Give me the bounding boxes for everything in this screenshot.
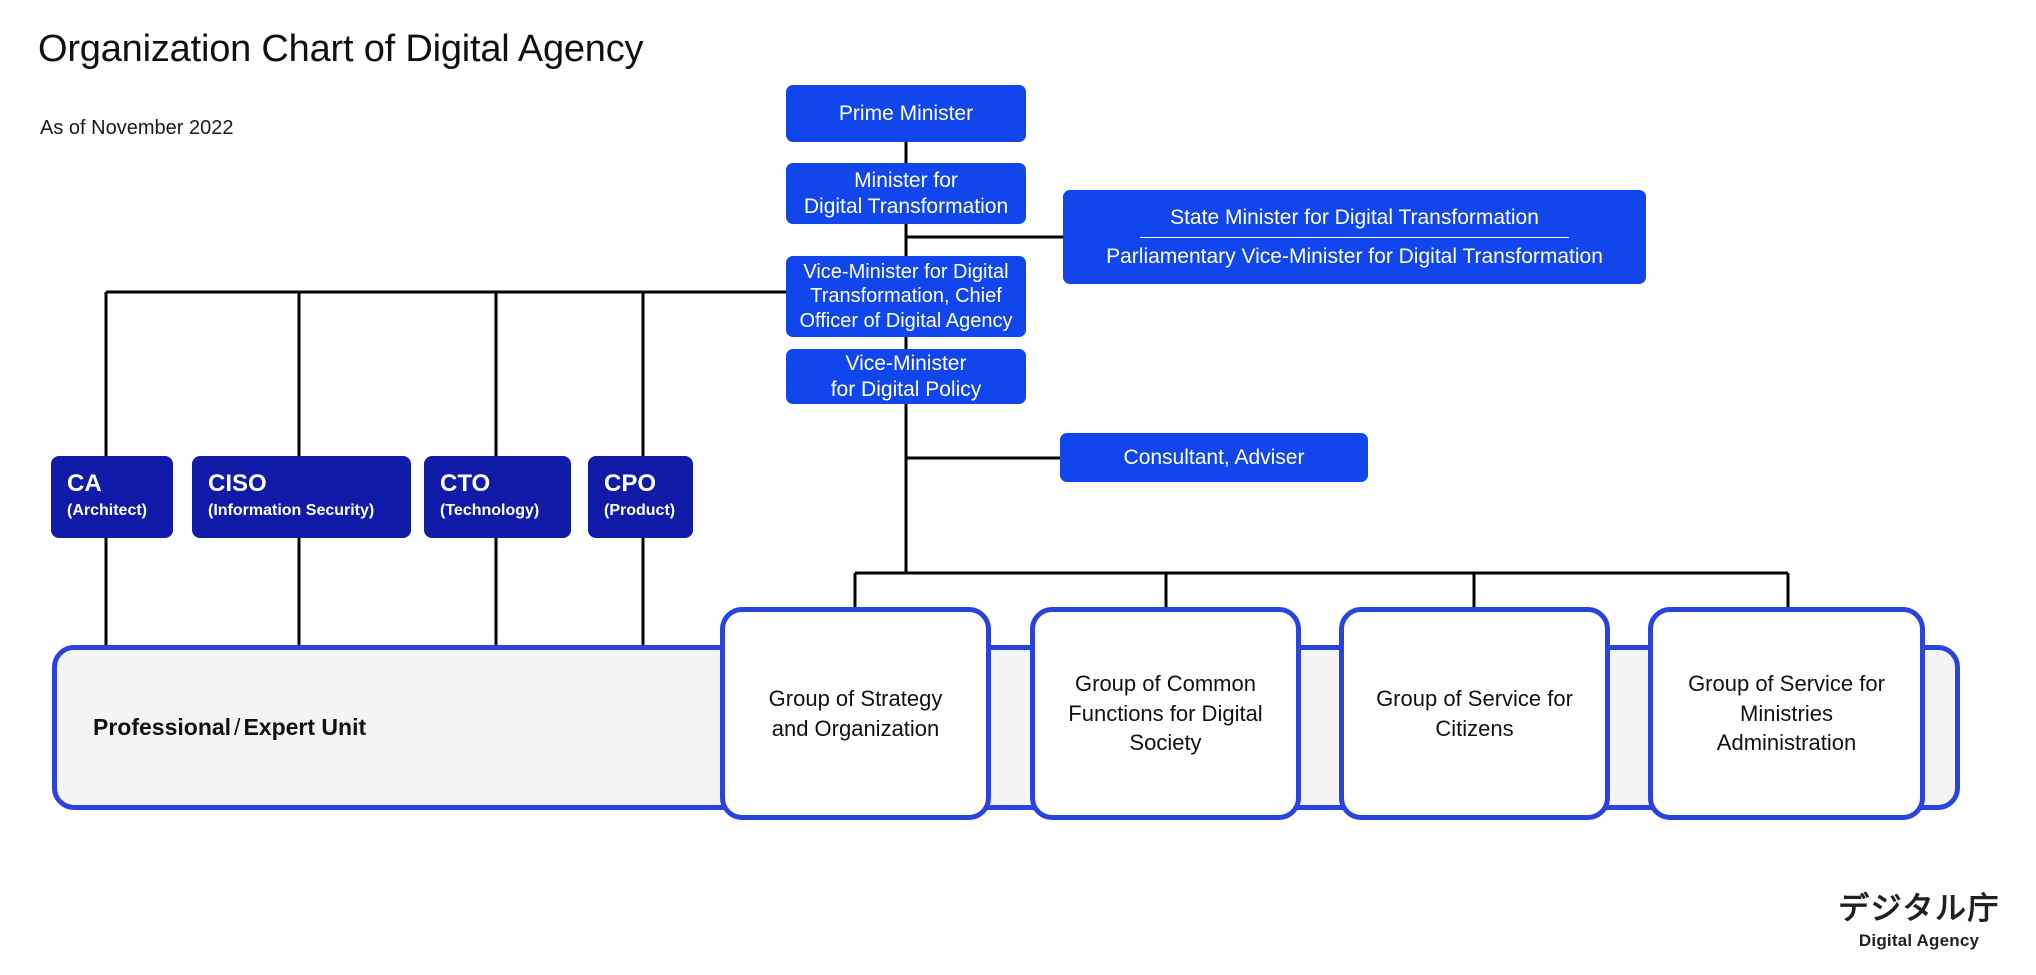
group-1-line3: Society [1129, 730, 1202, 756]
page-title: Organization Chart of Digital Agency [38, 28, 644, 70]
officer-cto-full: (Technology) [440, 502, 540, 520]
node-vm-policy-line2: for Digital Policy [830, 377, 982, 401]
node-vice-minister-digital-policy[interactable]: Vice-Minister for Digital Policy [786, 349, 1026, 404]
digital-agency-logo: デジタル庁 Digital Agency [1838, 893, 2000, 951]
node-group-strategy-and-organization[interactable]: Group of Strategy and Organization [720, 607, 991, 820]
node-state-minister-block[interactable]: State Minister for Digital Transformatio… [1063, 190, 1646, 284]
group-2-line1: Group of Service for [1376, 685, 1573, 711]
node-group-common-functions-for-digital-society[interactable]: Group of Common Functions for Digital So… [1030, 607, 1301, 820]
page-subtitle: As of November 2022 [40, 117, 234, 139]
group-3-line1: Group of Service for [1688, 670, 1885, 696]
node-parliamentary-vice-minister-label: Parliamentary Vice-Minister for Digital … [1106, 245, 1603, 269]
officer-ciso-abbr: CISO [208, 470, 267, 497]
band-label-part1: Professional [93, 714, 232, 740]
logo-japanese-text: デジタル庁 [1838, 891, 2000, 927]
group-3-line3: Administration [1716, 730, 1857, 756]
node-officer-cto[interactable]: CTO (Technology) [424, 456, 571, 538]
officer-cpo-abbr: CPO [604, 470, 657, 497]
officer-cpo-full: (Product) [604, 502, 676, 520]
node-group-service-for-citizens[interactable]: Group of Service for Citizens [1339, 607, 1610, 820]
node-officer-cpo[interactable]: CPO (Product) [588, 456, 693, 538]
org-chart-canvas: Organization Chart of Digital Agency As … [0, 0, 2036, 975]
band-label-separator: / [234, 714, 241, 740]
logo-english-text: Digital Agency [1858, 931, 1980, 950]
officer-ca-abbr: CA [67, 470, 102, 497]
node-consultant-adviser-label: Consultant, Adviser [1123, 445, 1305, 469]
officer-cto-abbr: CTO [440, 470, 491, 497]
professional-expert-unit-label: Professional / Expert Unit [93, 714, 366, 741]
group-0-line1: Group of Strategy [768, 685, 943, 711]
node-vice-minister-digital-transformation[interactable]: Vice-Minister for Digital Transformation… [786, 256, 1026, 337]
node-minister-line1: Minister for [854, 168, 958, 192]
officer-ciso-full: (Information Security) [208, 502, 375, 520]
node-state-minister-label: State Minister for Digital Transformatio… [1170, 206, 1539, 230]
node-minister-line2: Digital Transformation [803, 194, 1009, 218]
node-group-service-for-ministries-administration[interactable]: Group of Service for Ministries Administ… [1648, 607, 1925, 820]
node-consultant-adviser[interactable]: Consultant, Adviser [1060, 433, 1368, 482]
node-vm-policy-line1: Vice-Minister [845, 351, 967, 375]
group-1-line2: Functions for Digital [1068, 700, 1263, 726]
node-vm-dx-line1: Vice-Minister for Digital [803, 260, 1009, 283]
node-vm-dx-line3: Officer of Digital Agency [799, 309, 1013, 332]
node-minister-for-digital-transformation[interactable]: Minister for Digital Transformation [786, 163, 1026, 224]
band-label-part2: Expert Unit [243, 714, 367, 740]
node-officer-ciso[interactable]: CISO (Information Security) [192, 456, 411, 538]
group-2-line2: Citizens [1435, 715, 1514, 741]
officer-ca-full: (Architect) [67, 502, 148, 520]
group-1-line1: Group of Common [1075, 670, 1256, 696]
node-prime-minister-label: Prime Minister [838, 101, 974, 125]
node-vm-dx-line2: Transformation, Chief [810, 285, 1002, 308]
group-3-line2: Ministries [1740, 700, 1833, 726]
group-0-line2: and Organization [771, 715, 940, 741]
node-prime-minister[interactable]: Prime Minister [786, 85, 1026, 142]
node-officer-ca[interactable]: CA (Architect) [51, 456, 173, 538]
